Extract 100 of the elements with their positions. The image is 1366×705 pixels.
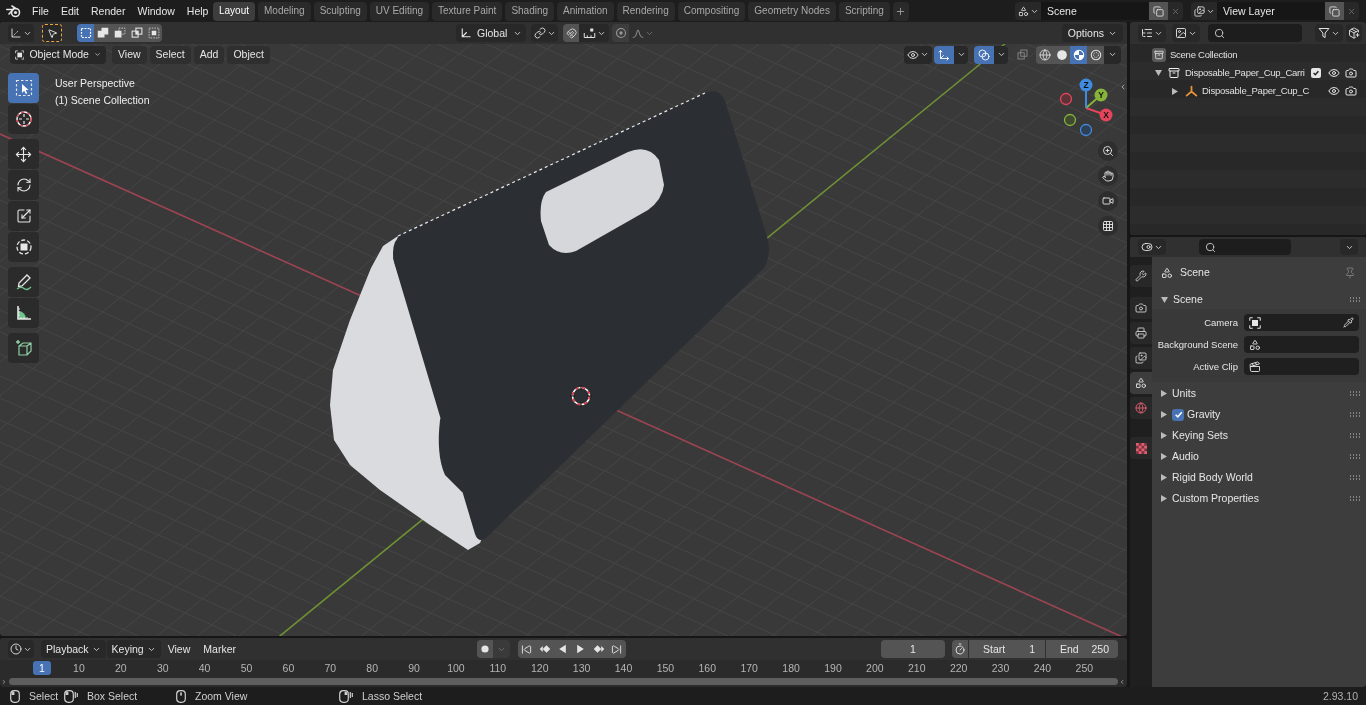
add-cube-tool[interactable] <box>8 333 39 363</box>
gizmo-toggle[interactable] <box>934 45 954 64</box>
auto-keying-toggle[interactable] <box>476 640 493 658</box>
workspace-tab[interactable]: Geometry Nodes <box>748 1 836 21</box>
editor-type-button[interactable] <box>1138 239 1166 255</box>
camera-view-button[interactable] <box>1098 191 1118 211</box>
axis-handle[interactable] <box>1063 113 1077 127</box>
scene-browse-button[interactable] <box>1015 2 1041 20</box>
checkbox[interactable] <box>1172 408 1184 421</box>
eyedropper-icon[interactable] <box>1343 317 1354 328</box>
snap-target-dropdown[interactable] <box>579 24 609 42</box>
tree-item-label[interactable]: Disposable_Paper_Cup_C <box>1202 86 1309 96</box>
workspace-tab[interactable]: Layout <box>213 1 256 21</box>
annotate-tool[interactable] <box>8 267 39 297</box>
menu-item[interactable]: Object <box>227 45 270 64</box>
chevron-left-icon[interactable] <box>1119 677 1125 686</box>
preview-range-toggle[interactable] <box>952 640 968 658</box>
menu-dropdown[interactable]: Keying <box>106 640 161 658</box>
tree-item-label[interactable]: Disposable_Paper_Cup_Carri <box>1185 68 1305 78</box>
tool-tab[interactable] <box>1130 265 1152 287</box>
menu-item[interactable]: Render <box>85 1 132 21</box>
scale-tool[interactable] <box>8 201 39 231</box>
axis-handle[interactable] <box>1079 78 1093 109</box>
view-layer-browse-button[interactable] <box>1191 2 1217 20</box>
menu-item[interactable]: Window <box>131 1 181 21</box>
workspace-tab[interactable]: Rendering <box>616 1 675 21</box>
filter-dropdown[interactable] <box>1315 24 1343 42</box>
shading-mode-button[interactable] <box>1070 45 1087 64</box>
current-frame-field[interactable]: 1 <box>881 640 945 658</box>
menu-item[interactable]: File <box>26 1 55 21</box>
view-layer-tab[interactable] <box>1130 347 1152 369</box>
current-frame-indicator[interactable]: 1 <box>33 661 51 675</box>
axis-handle[interactable] <box>1079 123 1093 137</box>
pin-icon[interactable] <box>1344 266 1356 279</box>
axis-handle[interactable] <box>1085 107 1113 122</box>
jump-to-start-button[interactable] <box>517 640 536 658</box>
app-logo-icon[interactable] <box>5 4 21 18</box>
active-clip-field[interactable] <box>1244 358 1359 375</box>
workspace-tab[interactable]: UV Editing <box>369 1 429 21</box>
selection-mode-button[interactable] <box>111 24 128 42</box>
cursor-tool[interactable] <box>8 104 39 134</box>
pan-button[interactable] <box>1098 166 1118 186</box>
add-workspace-button[interactable] <box>892 1 909 21</box>
workspace-tab[interactable]: Shading <box>505 1 555 21</box>
camera-field[interactable] <box>1244 314 1359 331</box>
timeline-scrollbar[interactable] <box>9 678 1118 685</box>
options-dropdown[interactable]: Options <box>1061 24 1123 42</box>
workspace-tab[interactable]: Modeling <box>258 1 311 21</box>
pivot-point-dropdown[interactable] <box>531 24 558 42</box>
shading-mode-button[interactable] <box>1087 45 1104 64</box>
selection-mode-button[interactable] <box>128 24 145 42</box>
menu-item[interactable]: Edit <box>54 1 85 21</box>
search-field[interactable] <box>1199 239 1291 255</box>
world-tab[interactable] <box>1130 397 1152 419</box>
render-tab[interactable] <box>1130 297 1152 319</box>
selection-mode-button[interactable] <box>94 24 111 42</box>
workspace-tab[interactable]: Sculpting <box>313 1 367 21</box>
search-field[interactable] <box>1208 24 1302 42</box>
editor-type-button[interactable] <box>8 640 34 658</box>
shading-mode-button[interactable] <box>1036 45 1053 64</box>
select-box-tool[interactable] <box>8 73 39 103</box>
selection-mode-button[interactable] <box>145 24 162 42</box>
end-frame-field[interactable]: End 250 <box>1046 640 1118 658</box>
eye-icon[interactable] <box>1327 85 1340 97</box>
active-tool-button[interactable] <box>42 24 62 42</box>
rotate-tool[interactable] <box>8 170 39 200</box>
duplicate-button[interactable] <box>1149 2 1168 20</box>
shading-mode-button[interactable] <box>1053 45 1070 64</box>
output-tab[interactable] <box>1130 322 1152 344</box>
workspace-tab[interactable]: Compositing <box>677 1 746 21</box>
chevron-right-icon[interactable] <box>1 677 7 686</box>
axis-handle[interactable] <box>1059 92 1073 106</box>
workspace-tab[interactable]: Animation <box>557 1 614 21</box>
orthographic-toggle-button[interactable] <box>1098 216 1118 236</box>
menu-item[interactable]: View <box>161 640 197 658</box>
workspace-tab[interactable]: Scripting <box>838 1 890 21</box>
menu-dropdown[interactable]: Playback <box>41 640 106 658</box>
view-layer-name-field[interactable]: View Layer <box>1217 2 1325 20</box>
menu-item[interactable]: Select <box>149 45 191 64</box>
checkbox[interactable] <box>1311 68 1321 78</box>
transform-tool[interactable] <box>8 232 39 262</box>
eye-icon[interactable] <box>1327 67 1340 79</box>
overlay-options-dropdown[interactable] <box>994 45 1008 64</box>
zoom-button[interactable] <box>1098 141 1118 161</box>
proportional-editing-toggle[interactable] <box>612 24 629 42</box>
scene-name-field[interactable]: Scene <box>1041 2 1149 20</box>
chevron-left-icon[interactable] <box>1119 82 1127 92</box>
move-tool[interactable] <box>8 139 39 169</box>
menu-item[interactable]: Marker <box>197 640 242 658</box>
transform-orientation-dropdown[interactable]: Global <box>456 24 526 42</box>
workspace-tab[interactable]: Texture Paint <box>432 1 503 21</box>
snap-toggle[interactable] <box>563 24 579 42</box>
editor-type-button[interactable] <box>1138 24 1166 42</box>
camera-icon[interactable] <box>1344 67 1357 79</box>
overlays-toggle[interactable] <box>974 45 994 64</box>
selection-mode-button[interactable] <box>77 24 94 42</box>
measure-tool[interactable] <box>8 298 39 328</box>
object-mode-dropdown[interactable]: Object Mode <box>10 45 106 64</box>
menu-item[interactable]: Add <box>193 45 225 64</box>
menu-item[interactable]: Help <box>180 1 215 21</box>
